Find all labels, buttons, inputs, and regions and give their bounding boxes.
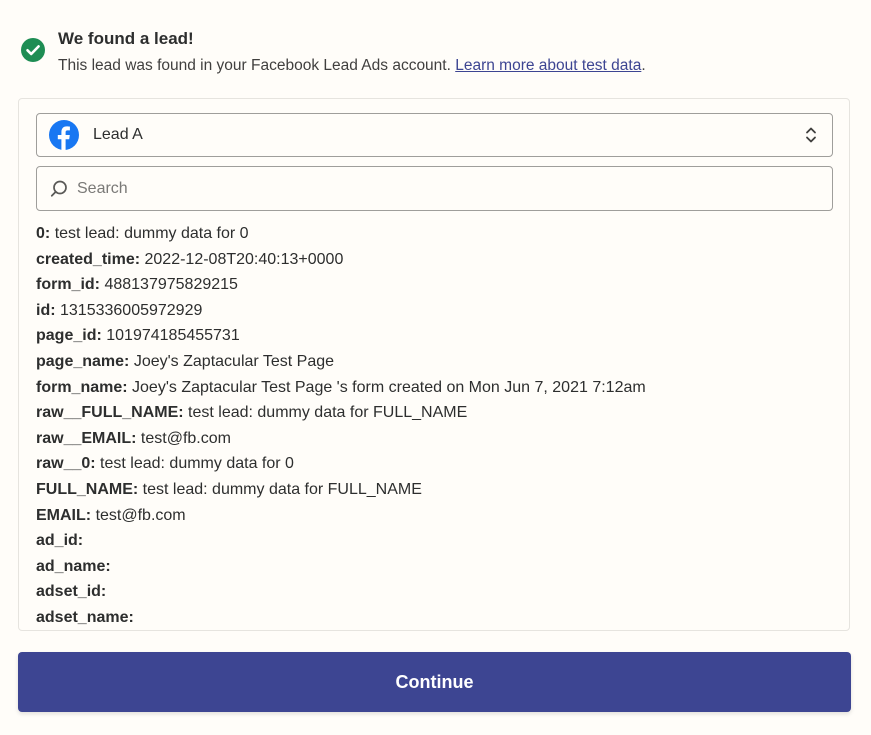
header-title: We found a lead! bbox=[58, 29, 194, 48]
field-value: test lead: dummy data for FULL_NAME bbox=[142, 480, 422, 498]
field-row: page_name: Joey's Zaptacular Test Page bbox=[36, 349, 646, 375]
field-key: id: bbox=[36, 301, 56, 319]
field-row: 0: test lead: dummy data for 0 bbox=[36, 221, 646, 247]
selected-lead-label: Lead A bbox=[93, 126, 143, 143]
lead-field-list: 0: test lead: dummy data for 0 created_t… bbox=[36, 221, 646, 630]
continue-button[interactable]: Continue bbox=[18, 652, 851, 712]
chevron-up-down-icon bbox=[806, 127, 816, 143]
field-key: created_time: bbox=[36, 250, 141, 268]
subtitle-text: This lead was found in your Facebook Lea… bbox=[58, 57, 456, 74]
field-row: FULL_NAME: test lead: dummy data for FUL… bbox=[36, 477, 646, 503]
field-row: ad_id: bbox=[36, 528, 646, 554]
field-value: test lead: dummy data for 0 bbox=[54, 225, 249, 242]
field-key: ad_name: bbox=[36, 557, 111, 575]
search-input[interactable] bbox=[77, 167, 832, 210]
field-value: test lead: dummy data for FULL_NAME bbox=[188, 404, 468, 422]
field-value: test lead: dummy data for 0 bbox=[100, 455, 294, 473]
search-icon bbox=[50, 180, 67, 197]
success-header: We found a lead! This lead was found in … bbox=[20, 26, 646, 76]
lead-data-panel: Lead A 0: test lead: dummy data for 0 cr… bbox=[18, 98, 850, 631]
field-key: page_name: bbox=[36, 352, 130, 370]
field-row: raw__EMAIL: test@fb.com bbox=[36, 426, 646, 452]
field-key: form_name: bbox=[36, 378, 128, 396]
lead-select-dropdown[interactable]: Lead A bbox=[36, 113, 833, 157]
header-text: We found a lead! This lead was found in … bbox=[58, 26, 646, 76]
field-row: EMAIL: test@fb.com bbox=[36, 503, 646, 529]
field-key: FULL_NAME: bbox=[36, 480, 139, 498]
field-value: test@fb.com bbox=[95, 506, 186, 524]
field-row: form_id: 488137975829215 bbox=[36, 272, 646, 298]
field-value: 2022-12-08T20:40:13+0000 bbox=[144, 250, 344, 268]
field-key: ad_id: bbox=[36, 532, 84, 550]
field-key: EMAIL: bbox=[36, 506, 92, 524]
field-row: created_time: 2022-12-08T20:40:13+0000 bbox=[36, 247, 646, 273]
field-key: page_id: bbox=[36, 327, 102, 345]
check-circle-icon bbox=[21, 38, 45, 62]
field-key: adset_id: bbox=[36, 583, 107, 601]
field-row: id: 1315336005972929 bbox=[36, 298, 646, 324]
field-row: adset_name: bbox=[36, 605, 646, 630]
field-value: 101974185455731 bbox=[106, 327, 240, 345]
field-key: form_id: bbox=[36, 276, 100, 294]
learn-more-link[interactable]: Learn more about test data bbox=[455, 57, 641, 74]
field-key: adset_name: bbox=[36, 608, 134, 626]
field-key: raw__FULL_NAME: bbox=[36, 404, 184, 422]
subtitle-period: . bbox=[641, 57, 646, 74]
facebook-icon bbox=[49, 120, 79, 150]
field-row: page_id: 101974185455731 bbox=[36, 323, 646, 349]
search-box bbox=[36, 166, 833, 211]
field-value: 488137975829215 bbox=[104, 276, 238, 294]
field-row: form_name: Joey's Zaptacular Test Page '… bbox=[36, 375, 646, 401]
field-key: raw__EMAIL: bbox=[36, 429, 137, 447]
header-subtitle: This lead was found in your Facebook Lea… bbox=[58, 56, 646, 76]
field-value: Joey's Zaptacular Test Page bbox=[133, 352, 335, 370]
field-row: raw__FULL_NAME: test lead: dummy data fo… bbox=[36, 400, 646, 426]
field-value: Joey's Zaptacular Test Page 's form crea… bbox=[132, 378, 646, 396]
field-row: adset_id: bbox=[36, 579, 646, 605]
field-key: raw__0: bbox=[36, 455, 96, 473]
field-value: test@fb.com bbox=[140, 429, 231, 447]
field-value: 1315336005972929 bbox=[60, 301, 203, 319]
field-key: 0: bbox=[36, 225, 51, 242]
field-row: raw__0: test lead: dummy data for 0 bbox=[36, 451, 646, 477]
field-row: ad_name: bbox=[36, 554, 646, 580]
